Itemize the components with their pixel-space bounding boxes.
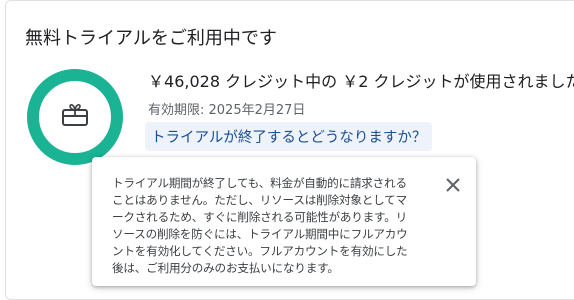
tooltip-body: トライアル期間が終了しても、料金が自動的に請求される ことはありません。ただし、… [112, 175, 434, 277]
expiry-date: 有効期限: 2025年2月27日 [148, 99, 305, 118]
trial-end-faq-link[interactable]: トライアルが終了するとどうなりますか？ [145, 122, 433, 151]
used-credit-prefix: ￥ [342, 72, 359, 91]
trial-end-tooltip: トライアル期間が終了しても、料金が自動的に請求される ことはありません。ただし、… [92, 157, 476, 286]
close-icon[interactable] [443, 175, 463, 195]
used-credit-amount: 2 [358, 72, 369, 91]
total-credit-prefix: ￥ [148, 72, 165, 91]
tooltip-line: トライアル期間が終了しても、料金が自動的に請求される [112, 176, 407, 190]
expiry-label: 有効期限: [148, 103, 209, 118]
credit-mid-text: クレジット中の [220, 72, 343, 91]
credit-suffix-text: クレジットが使用されました [368, 72, 574, 91]
credit-usage-text: ￥46,028 クレジット中の ￥2 クレジットが使用されました [148, 68, 574, 92]
expiry-value: 2025年2月27日 [208, 103, 306, 118]
credit-usage-ring [27, 69, 123, 165]
tooltip-line: ークされるため、すぐに削除される可能性があります。リ [112, 210, 408, 224]
tooltip-line: 後は、ご利用分のみのお支払いになります。 [112, 261, 339, 275]
gift-card-icon [62, 104, 88, 126]
tooltip-line: ントを有効化してください。フルアカウントを有効にした [112, 244, 408, 258]
card-title: 無料トライアルをご利用中です [25, 28, 277, 49]
tooltip-line: ソースの削除を防ぐには、トライアル期間中にフルアカウ [112, 227, 408, 241]
total-credit-amount: 46,028 [164, 72, 220, 91]
tooltip-line: ことはありません。ただし、リソースは削除対象としてマ [112, 193, 407, 207]
